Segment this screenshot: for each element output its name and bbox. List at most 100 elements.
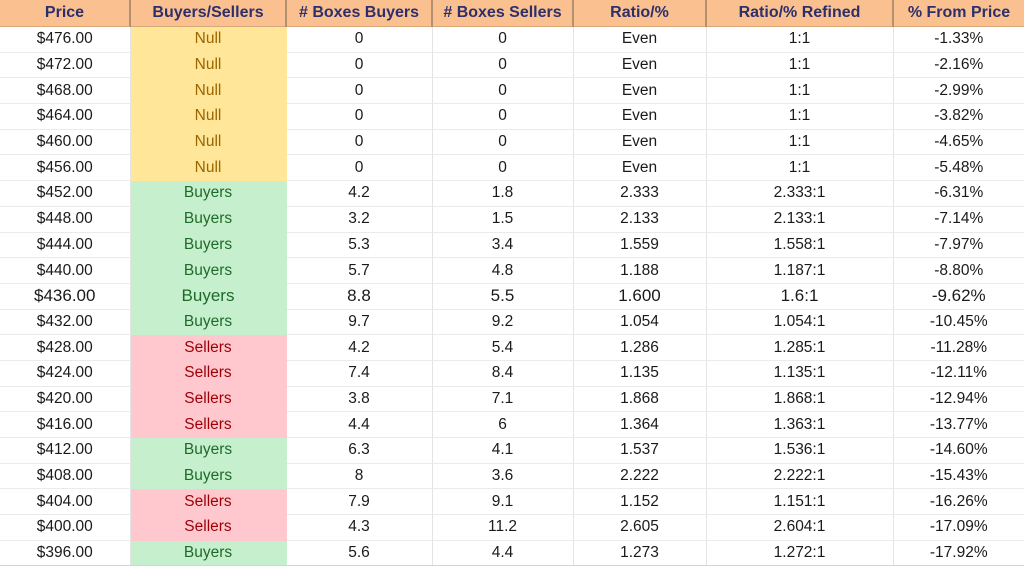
cell-boxes-buyers[interactable]: 0 [286, 154, 433, 182]
table-row[interactable]: $396.00 Buyers 5.6 4.4 1.273 1.272:1 -17.92% [0, 540, 1024, 566]
cell-ratio[interactable]: Even [573, 129, 707, 156]
cell-from-price[interactable]: -1.33% [893, 26, 1024, 53]
cell-ratio[interactable]: 1.135 [573, 360, 707, 387]
cell-ratio[interactable]: 1.559 [573, 232, 707, 259]
cell-ratio[interactable]: 2.605 [573, 514, 707, 541]
table-row[interactable]: $432.00 Buyers 9.7 9.2 1.054 1.054:1 -10.45% [0, 309, 1024, 336]
cell-from-price[interactable]: -3.82% [893, 103, 1024, 130]
cell-buyers-sellers[interactable]: Buyers [130, 283, 287, 310]
cell-ratio-refined[interactable]: 1:1 [706, 77, 894, 105]
cell-ratio-refined[interactable]: 1.272:1 [706, 540, 894, 566]
column-header-ratio-refined[interactable]: Ratio/% Refined [706, 0, 894, 27]
cell-buyers-sellers[interactable]: Null [130, 154, 287, 182]
table-row[interactable]: $408.00 Buyers 8 3.6 2.222 2.222:1 -15.43% [0, 463, 1024, 490]
table-row[interactable]: $472.00 Null 0 0 Even 1:1 -2.16% [0, 52, 1024, 79]
cell-ratio[interactable]: 2.222 [573, 463, 707, 490]
cell-price[interactable]: $448.00 [0, 206, 131, 233]
cell-buyers-sellers[interactable]: Sellers [130, 334, 287, 361]
cell-buyers-sellers[interactable]: Sellers [130, 360, 287, 387]
cell-price[interactable]: $444.00 [0, 232, 131, 259]
cell-ratio[interactable]: 1.286 [573, 334, 707, 361]
cell-price[interactable]: $464.00 [0, 103, 131, 130]
cell-boxes-buyers[interactable]: 8.8 [286, 283, 433, 310]
cell-ratio-refined[interactable]: 2.133:1 [706, 206, 894, 233]
cell-price[interactable]: $420.00 [0, 386, 131, 413]
cell-buyers-sellers[interactable]: Buyers [130, 232, 287, 259]
cell-boxes-sellers[interactable]: 0 [432, 77, 574, 105]
cell-boxes-sellers[interactable]: 0 [432, 154, 574, 182]
cell-ratio[interactable]: 2.333 [573, 180, 707, 207]
table-row[interactable]: $444.00 Buyers 5.3 3.4 1.559 1.558:1 -7.97% [0, 232, 1024, 259]
cell-from-price[interactable]: -6.31% [893, 180, 1024, 207]
cell-ratio-refined[interactable]: 1:1 [706, 154, 894, 182]
cell-boxes-sellers[interactable]: 3.6 [432, 463, 574, 490]
cell-boxes-sellers[interactable]: 9.2 [432, 309, 574, 336]
column-header-price[interactable]: Price [0, 0, 131, 27]
cell-buyers-sellers[interactable]: Sellers [130, 411, 287, 438]
cell-ratio[interactable]: Even [573, 154, 707, 182]
cell-from-price[interactable]: -12.11% [893, 360, 1024, 387]
cell-price[interactable]: $476.00 [0, 26, 131, 53]
cell-boxes-buyers[interactable]: 4.2 [286, 334, 433, 361]
cell-ratio-refined[interactable]: 1.363:1 [706, 411, 894, 438]
cell-ratio-refined[interactable]: 2.604:1 [706, 514, 894, 541]
cell-boxes-buyers[interactable]: 8 [286, 463, 433, 490]
cell-buyers-sellers[interactable]: Buyers [130, 437, 287, 464]
cell-price[interactable]: $472.00 [0, 52, 131, 79]
cell-boxes-sellers[interactable]: 5.4 [432, 334, 574, 361]
cell-ratio[interactable]: Even [573, 26, 707, 53]
cell-ratio-refined[interactable]: 1:1 [706, 129, 894, 156]
cell-boxes-sellers[interactable]: 3.4 [432, 232, 574, 259]
cell-price[interactable]: $412.00 [0, 437, 131, 464]
cell-ratio[interactable]: 1.600 [573, 283, 707, 310]
cell-boxes-buyers[interactable]: 9.7 [286, 309, 433, 336]
cell-from-price[interactable]: -14.60% [893, 437, 1024, 464]
cell-ratio[interactable]: Even [573, 103, 707, 130]
cell-from-price[interactable]: -5.48% [893, 154, 1024, 182]
cell-ratio[interactable]: 1.054 [573, 309, 707, 336]
cell-boxes-buyers[interactable]: 5.7 [286, 257, 433, 284]
table-row[interactable]: $428.00 Sellers 4.2 5.4 1.286 1.285:1 -11.28% [0, 334, 1024, 361]
cell-price[interactable]: $408.00 [0, 463, 131, 490]
cell-from-price[interactable]: -12.94% [893, 386, 1024, 413]
cell-boxes-buyers[interactable]: 0 [286, 26, 433, 53]
column-header-ratio[interactable]: Ratio/% [573, 0, 707, 27]
cell-buyers-sellers[interactable]: Buyers [130, 206, 287, 233]
cell-boxes-sellers[interactable]: 1.5 [432, 206, 574, 233]
cell-ratio[interactable]: Even [573, 52, 707, 79]
cell-boxes-buyers[interactable]: 0 [286, 77, 433, 105]
cell-boxes-buyers[interactable]: 4.3 [286, 514, 433, 541]
table-row[interactable]: $436.00 Buyers 8.8 5.5 1.600 1.6:1 -9.62% [0, 283, 1024, 310]
cell-from-price[interactable]: -2.16% [893, 52, 1024, 79]
cell-price[interactable]: $400.00 [0, 514, 131, 541]
cell-price[interactable]: $456.00 [0, 154, 131, 182]
cell-from-price[interactable]: -16.26% [893, 488, 1024, 516]
table-row[interactable]: $468.00 Null 0 0 Even 1:1 -2.99% [0, 77, 1024, 105]
cell-boxes-buyers[interactable]: 7.9 [286, 488, 433, 516]
cell-boxes-sellers[interactable]: 11.2 [432, 514, 574, 541]
cell-buyers-sellers[interactable]: Buyers [130, 463, 287, 490]
cell-ratio-refined[interactable]: 1.151:1 [706, 488, 894, 516]
cell-from-price[interactable]: -13.77% [893, 411, 1024, 438]
cell-boxes-sellers[interactable]: 9.1 [432, 488, 574, 516]
cell-price[interactable]: $436.00 [0, 283, 131, 310]
table-row[interactable]: $424.00 Sellers 7.4 8.4 1.135 1.135:1 -12.11% [0, 360, 1024, 387]
cell-boxes-buyers[interactable]: 5.6 [286, 540, 433, 566]
cell-ratio[interactable]: 1.273 [573, 540, 707, 566]
cell-buyers-sellers[interactable]: Buyers [130, 540, 287, 566]
cell-from-price[interactable]: -7.14% [893, 206, 1024, 233]
cell-buyers-sellers[interactable]: Null [130, 129, 287, 156]
cell-buyers-sellers[interactable]: Buyers [130, 180, 287, 207]
cell-price[interactable]: $424.00 [0, 360, 131, 387]
cell-from-price[interactable]: -4.65% [893, 129, 1024, 156]
cell-from-price[interactable]: -11.28% [893, 334, 1024, 361]
cell-boxes-sellers[interactable]: 4.1 [432, 437, 574, 464]
cell-buyers-sellers[interactable]: Sellers [130, 514, 287, 541]
column-header-boxes-buyers[interactable]: # Boxes Buyers [286, 0, 433, 27]
cell-boxes-sellers[interactable]: 7.1 [432, 386, 574, 413]
cell-ratio[interactable]: 1.364 [573, 411, 707, 438]
cell-boxes-sellers[interactable]: 1.8 [432, 180, 574, 207]
cell-boxes-buyers[interactable]: 4.2 [286, 180, 433, 207]
cell-from-price[interactable]: -17.92% [893, 540, 1024, 566]
cell-ratio-refined[interactable]: 1.054:1 [706, 309, 894, 336]
